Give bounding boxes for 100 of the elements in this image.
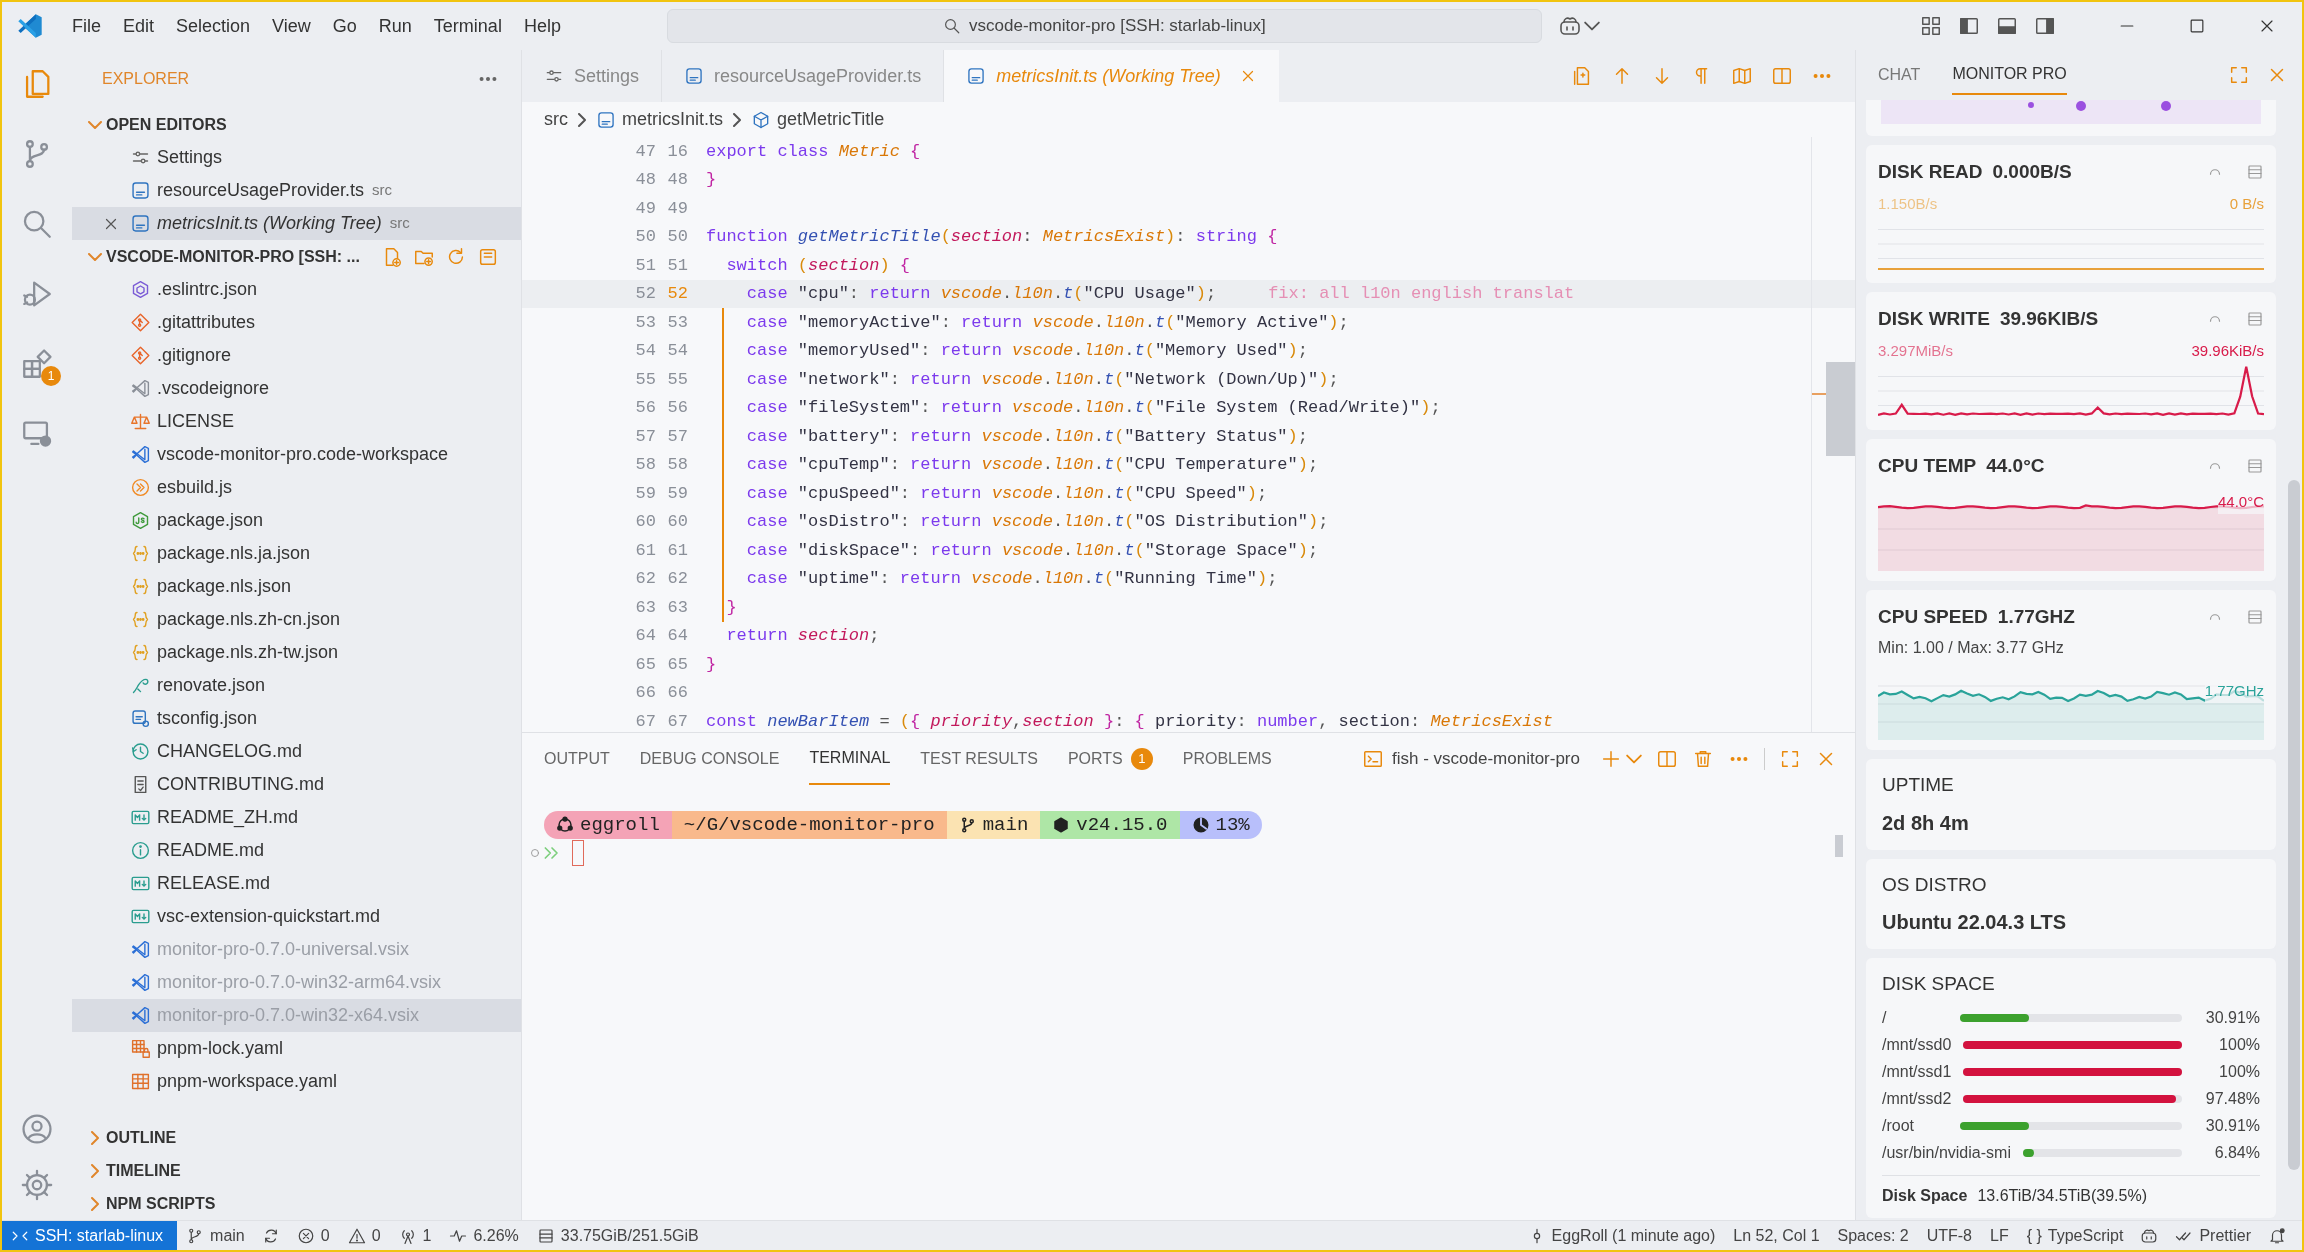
tree-item[interactable]: package.nls.zh-tw.json [72,636,521,669]
tree-item[interactable]: vsc-extension-quickstart.md [72,900,521,933]
account-icon[interactable] [20,1112,54,1146]
panel-toggle-icon[interactable] [1996,15,2018,37]
copilot-icon[interactable] [1557,14,1582,38]
scrollbar-thumb[interactable] [1826,362,1855,456]
status-item[interactable]: { } TypeScript [2017,1221,2133,1250]
panel-tab[interactable]: DEBUG CONSOLE [639,733,780,785]
secondary-sidebar-toggle-icon[interactable] [2034,15,2056,37]
breadcrumb-item[interactable]: getMetricTitle [751,106,885,133]
tree-item[interactable]: package.json [72,504,521,537]
menu-item[interactable]: File [62,8,111,44]
line-number: 67 [666,710,688,732]
tree-item[interactable]: .gitignore [72,339,521,372]
section-header[interactable]: TIMELINE [72,1154,521,1187]
panel-tab[interactable]: PORTS 1 [1067,733,1153,785]
sidebar-toggle-icon[interactable] [1958,15,1980,37]
panel-tab[interactable]: OUTPUT [544,733,610,785]
tree-item[interactable]: .vscodeignore [72,372,521,405]
split-terminal-icon[interactable] [1656,748,1678,770]
status-item[interactable]: SSH: starlab-linux [2,1221,178,1250]
panel-tab[interactable]: CHAT [1878,55,1921,95]
menu-item[interactable]: Terminal [423,8,512,44]
scrollbar-thumb[interactable] [1835,835,1843,857]
tree-item[interactable]: esbuild.js [72,471,521,504]
panel-tab[interactable]: TEST RESULTS [920,733,1038,785]
tree-item[interactable]: CHANGELOG.md [72,735,521,768]
add-terminal-icon[interactable] [1600,748,1622,770]
list-icon[interactable] [2246,457,2264,475]
status-item[interactable]: Ln 52, Col 1 [1724,1221,1829,1250]
open-editor-item[interactable]: Settings [72,141,521,174]
status-item[interactable]: 0 [338,1221,390,1250]
status-item[interactable]: 0 [287,1221,339,1250]
tree-item[interactable]: package.nls.json [72,570,521,603]
status-item[interactable]: LF [1981,1221,2018,1250]
customize-layout-icon[interactable] [1920,15,1942,37]
status-item[interactable]: Spaces: 2 [1828,1221,1918,1250]
line-number: 49 [666,197,688,220]
split-editor-icon[interactable] [1771,65,1793,87]
line-number: 60 [666,511,688,533]
panel-tab[interactable]: MONITOR PRO [1952,55,2067,95]
settings-icon[interactable] [20,1168,54,1202]
breadcrumb-item[interactable]: metricsInit.ts [596,106,723,133]
panel-tab[interactable]: TERMINAL [809,733,891,785]
menu-item[interactable]: Selection [166,8,261,44]
tree-item[interactable]: pnpm-workspace.yaml [72,1065,521,1098]
tree-item[interactable]: README.md [72,834,521,867]
tree-item[interactable]: CONTRIBUTING.md [72,768,521,801]
mount-label: /mnt/ssd0 [1882,1035,1952,1055]
open-editor-item[interactable]: metricsInit.ts (Working Tree) src [72,207,521,240]
line-number: 50 [634,226,656,248]
scrollbar-thumb[interactable] [2288,480,2300,1170]
tree-item[interactable]: pnpm-lock.yaml [72,1032,521,1065]
status-item[interactable]: EggRoll (1 minute ago) [1518,1221,1725,1250]
list-icon[interactable] [2246,310,2264,328]
tree-item[interactable]: LICENSE [72,405,521,438]
tree-item[interactable]: vscode-monitor-pro.code-workspace [72,438,521,471]
line-number: 55 [634,368,656,391]
tree-item[interactable]: .gitattributes [72,306,521,339]
section-header[interactable]: VSCODE-MONITOR-PRO [SSH: ... [72,240,521,273]
status-item[interactable]: main [177,1221,254,1250]
list-icon[interactable] [2246,608,2264,626]
status-item[interactable]: 33.75GiB/251.5GiB [527,1221,708,1250]
maximize-icon[interactable] [1779,748,1801,770]
chevron-right-icon [91,1163,99,1178]
line-number: 63 [634,596,656,619]
status-item[interactable]: UTF-8 [1917,1221,1981,1250]
maximize-icon[interactable] [2228,64,2250,86]
line-number: 53 [634,311,656,334]
panel-tab[interactable]: PROBLEMS [1182,733,1272,785]
map-icon[interactable] [1731,65,1753,87]
tree-item[interactable]: tsconfig.json [72,702,521,735]
tree-item[interactable]: package.nls.ja.json [72,537,521,570]
trash-icon[interactable] [1692,748,1714,770]
list-icon[interactable] [2246,163,2264,181]
section-header[interactable]: OUTLINE [72,1121,521,1154]
status-item[interactable]: 1 [389,1221,441,1250]
tree-item[interactable]: renovate.json [72,669,521,702]
menu-item[interactable]: Go [322,8,367,44]
bell-icon[interactable] [2268,1226,2286,1245]
command-search-field[interactable]: vscode-monitor-pro [SSH: starlab-linux] [666,9,1542,43]
menu-item[interactable]: View [262,8,321,44]
tree-item[interactable]: RELEASE.md [72,867,521,900]
menu-item[interactable]: Help [513,8,571,44]
tree-item[interactable]: README_ZH.md [72,801,521,834]
status-item[interactable]: 6.26% [440,1221,528,1250]
chevron-down-icon [88,252,102,261]
tree-item[interactable]: .eslintrc.json [72,273,521,306]
menu-item[interactable]: Run [368,8,422,44]
status-item[interactable]: Prettier [2166,1221,2260,1250]
section-header[interactable]: OPEN EDITORS [72,108,521,141]
section-header[interactable]: NPM SCRIPTS [72,1187,521,1220]
terminal-selector[interactable]: fish - vscode-monitor-pro [1362,746,1580,772]
line-number: 64 [666,625,688,647]
extensions-icon[interactable] [20,347,54,381]
open-editor-item[interactable]: resourceUsageProvider.ts src [72,174,521,207]
menu-item[interactable]: Edit [113,8,165,44]
line-number: 65 [634,653,656,676]
breadcrumb-item[interactable]: src [544,106,568,133]
tree-item[interactable]: package.nls.zh-cn.json [72,603,521,636]
